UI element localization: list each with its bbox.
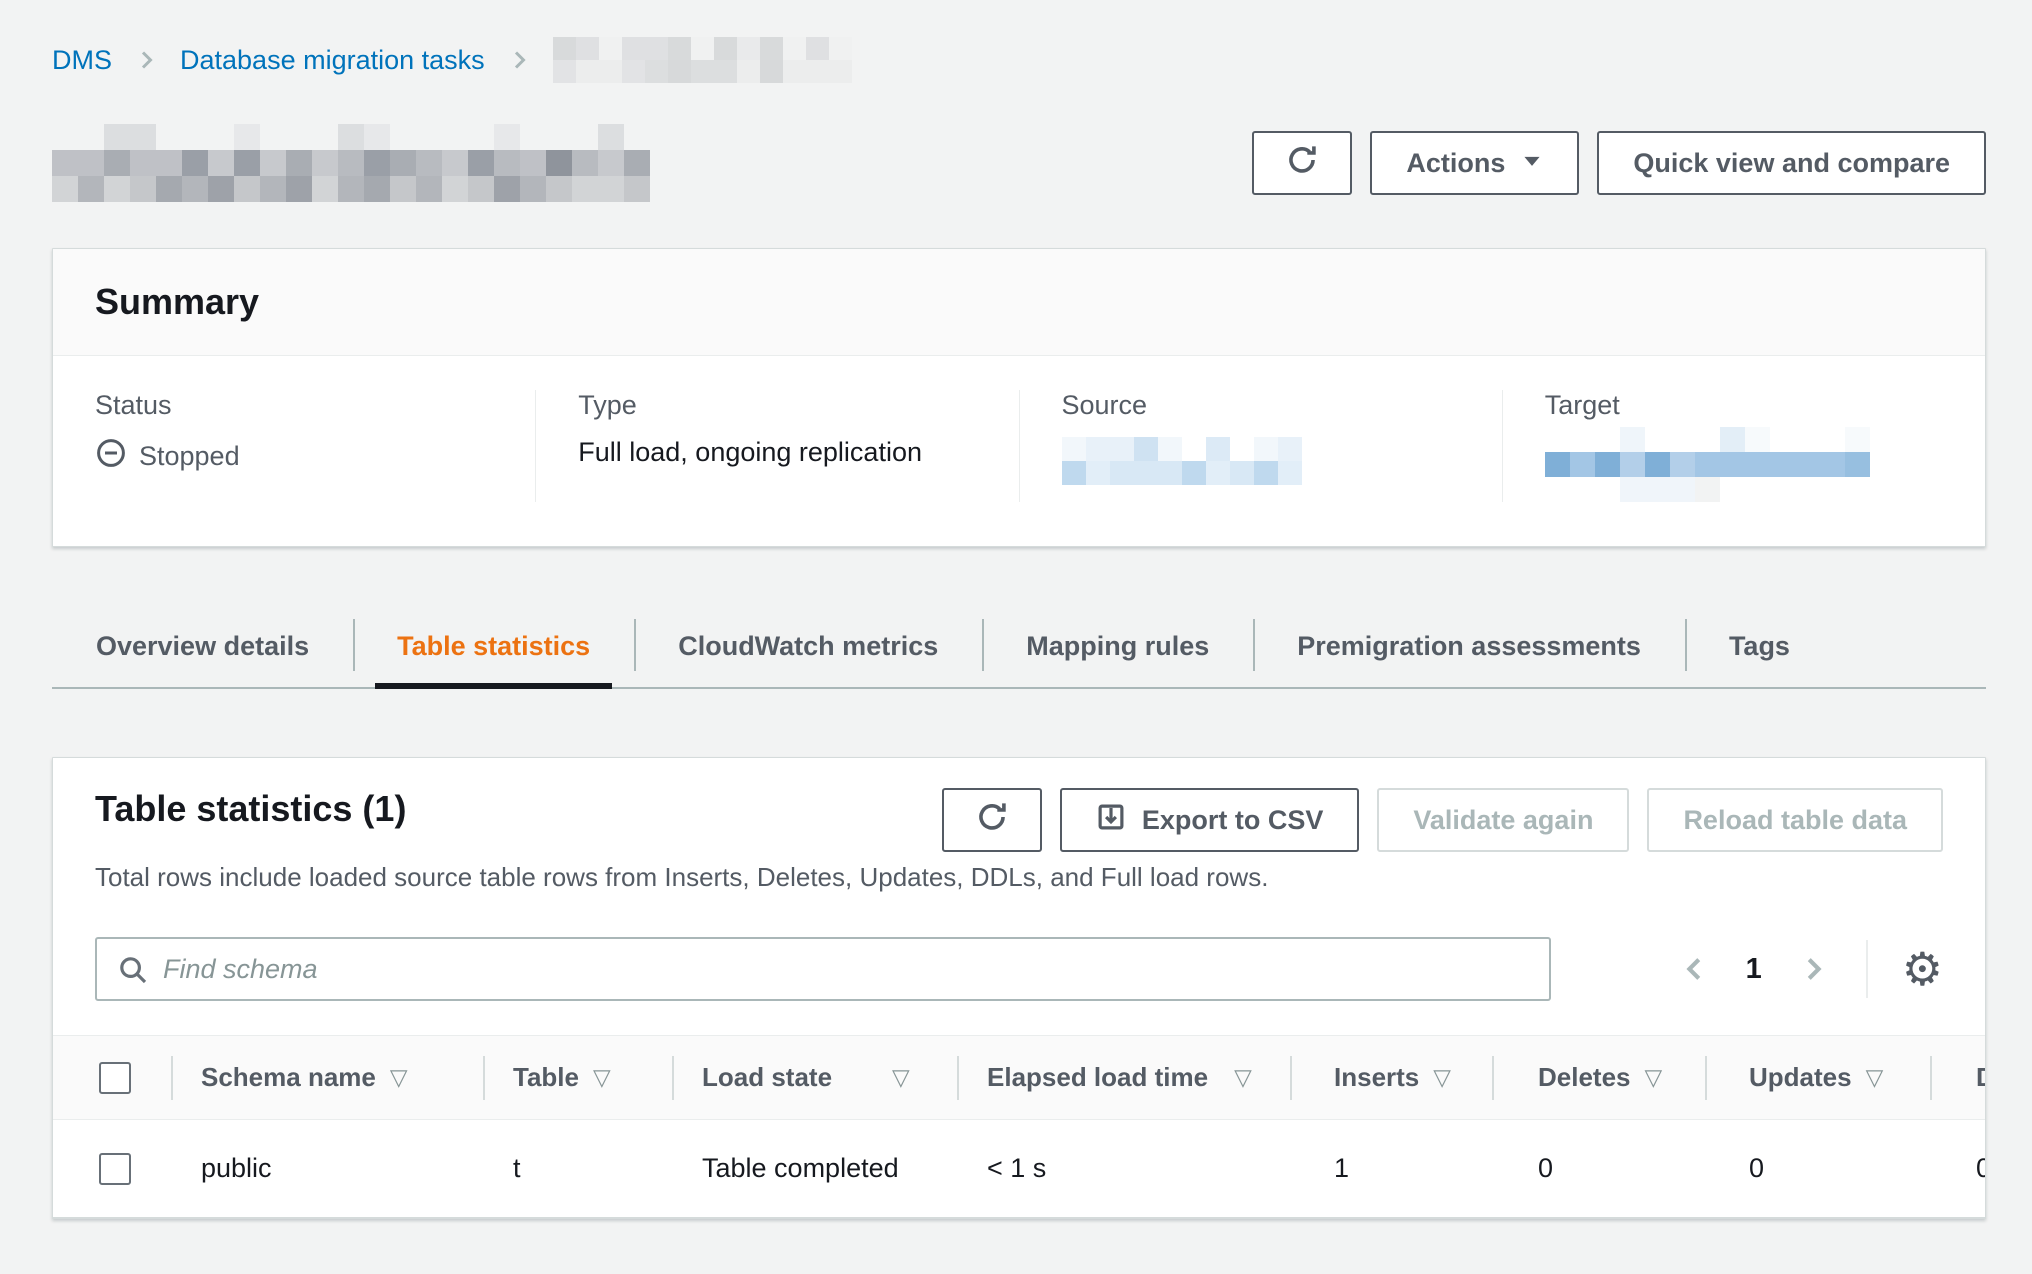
actions-button[interactable]: Actions <box>1370 131 1579 195</box>
column-header-updates[interactable]: Updates▽ <box>1705 1036 1930 1119</box>
find-schema-input[interactable] <box>95 937 1551 1001</box>
caret-down-icon <box>1521 148 1543 179</box>
current-page-number: 1 <box>1742 953 1766 986</box>
tab-overview-details[interactable]: Overview details <box>52 605 353 687</box>
task-detail-tabs: Overview details Table statistics CloudW… <box>52 605 1986 689</box>
select-all-checkbox[interactable] <box>99 1062 131 1094</box>
table-preferences-gear-icon[interactable]: ⚙ <box>1902 946 1943 992</box>
actions-button-label: Actions <box>1406 148 1505 179</box>
stopped-icon <box>95 437 127 476</box>
quick-view-compare-button[interactable]: Quick view and compare <box>1597 131 1986 195</box>
table-refresh-button[interactable] <box>942 788 1042 852</box>
table-statistics-actions: Export to CSV Validate again Reload tabl… <box>942 788 1943 852</box>
sort-icon: ▽ <box>892 1064 910 1091</box>
target-endpoint-link-redacted[interactable] <box>1545 427 1870 502</box>
sort-icon: ▽ <box>1234 1064 1252 1091</box>
sort-icon: ▽ <box>1866 1064 1884 1091</box>
column-header-schema-name[interactable]: Schema name▽ <box>171 1036 483 1119</box>
next-page-button[interactable] <box>1794 950 1832 988</box>
page-title-redacted <box>52 124 650 202</box>
column-header-table[interactable]: Table▽ <box>483 1036 672 1119</box>
previous-page-button[interactable] <box>1676 950 1714 988</box>
column-header-deletes[interactable]: Deletes▽ <box>1492 1036 1705 1119</box>
tab-cloudwatch-metrics[interactable]: CloudWatch metrics <box>634 605 982 687</box>
summary-source-field: Source <box>1019 390 1502 502</box>
cell-deletes: 0 <box>1492 1120 1705 1217</box>
tab-table-statistics[interactable]: Table statistics <box>353 605 634 687</box>
source-label: Source <box>1062 390 1472 421</box>
table-statistics-title: Table statistics (1) <box>95 788 406 830</box>
summary-card: Summary Status Stopped Type Full load, o… <box>52 248 1986 547</box>
tab-tags[interactable]: Tags <box>1685 605 1834 687</box>
chevron-right-icon <box>507 48 531 72</box>
reload-table-data-label: Reload table data <box>1683 805 1907 836</box>
summary-body: Status Stopped Type Full load, ongoing r… <box>53 356 1985 546</box>
table-header-row: Schema name▽ Table▽ Load state▽ Elapsed … <box>53 1036 1986 1120</box>
sort-icon: ▽ <box>390 1064 408 1091</box>
row-checkbox[interactable] <box>99 1153 131 1185</box>
breadcrumb-current-redacted <box>553 37 852 83</box>
sort-icon: ▽ <box>1433 1064 1451 1091</box>
status-label: Status <box>95 390 505 421</box>
summary-title: Summary <box>95 281 1943 323</box>
pagination: 1 ⚙ <box>1676 940 1943 998</box>
breadcrumb-link-tasks[interactable]: Database migration tasks <box>180 45 485 76</box>
type-label: Type <box>578 390 988 421</box>
schema-search <box>95 937 1551 1001</box>
table-statistics-description: Total rows include loaded source table r… <box>53 852 1985 893</box>
reload-table-data-button[interactable]: Reload table data <box>1647 788 1943 852</box>
tab-premigration-assessments[interactable]: Premigration assessments <box>1253 605 1685 687</box>
column-header-elapsed-load-time[interactable]: Elapsed load time▽ <box>957 1036 1290 1119</box>
summary-status-field: Status Stopped <box>53 390 535 502</box>
quick-view-compare-label: Quick view and compare <box>1633 148 1950 179</box>
refresh-icon <box>1285 143 1319 184</box>
breadcrumb-link-dms[interactable]: DMS <box>52 45 112 76</box>
tab-mapping-rules[interactable]: Mapping rules <box>982 605 1253 687</box>
header-actions: Actions Quick view and compare <box>1252 131 1986 195</box>
summary-type-field: Type Full load, ongoing replication <box>535 390 1018 502</box>
table-tools-row: 1 ⚙ <box>53 893 1985 1035</box>
cell-load-state: Table completed <box>672 1120 957 1217</box>
export-to-csv-button[interactable]: Export to CSV <box>1060 788 1360 852</box>
cell-schema-name: public <box>171 1120 483 1217</box>
cell-inserts: 1 <box>1290 1120 1492 1217</box>
breadcrumb: DMS Database migration tasks <box>52 36 1986 84</box>
column-header-load-state[interactable]: Load state▽ <box>672 1036 957 1119</box>
column-header-ddls-clipped[interactable]: D <box>1930 1036 1986 1119</box>
dms-task-page: DMS Database migration tasks Actions <box>0 0 2032 1219</box>
cell-updates: 0 <box>1705 1120 1930 1217</box>
cell-table: t <box>483 1120 672 1217</box>
source-endpoint-link-redacted[interactable] <box>1062 437 1302 485</box>
summary-target-field: Target <box>1502 390 1985 502</box>
page-header: Actions Quick view and compare <box>52 124 1986 202</box>
pager-divider <box>1866 940 1868 998</box>
status-value: Stopped <box>139 441 240 472</box>
table-statistics-panel: Table statistics (1) <box>52 757 1986 1219</box>
cell-elapsed-load-time: < 1 s <box>957 1120 1290 1217</box>
download-icon <box>1096 802 1126 839</box>
export-to-csv-label: Export to CSV <box>1142 805 1324 836</box>
validate-again-button[interactable]: Validate again <box>1377 788 1629 852</box>
validate-again-label: Validate again <box>1413 805 1593 836</box>
sort-icon: ▽ <box>1645 1064 1663 1091</box>
refresh-button[interactable] <box>1252 131 1352 195</box>
summary-card-header: Summary <box>53 249 1985 356</box>
search-icon <box>117 954 149 991</box>
cell-ddls-clipped: 0 <box>1930 1120 1986 1217</box>
target-label: Target <box>1545 390 1955 421</box>
chevron-right-icon <box>134 48 158 72</box>
column-header-inserts[interactable]: Inserts▽ <box>1290 1036 1492 1119</box>
table-row: public t Table completed < 1 s 1 0 0 0 <box>53 1120 1986 1218</box>
refresh-icon <box>975 800 1009 841</box>
table-statistics-table: Schema name▽ Table▽ Load state▽ Elapsed … <box>53 1035 1986 1218</box>
type-value: Full load, ongoing replication <box>578 437 988 468</box>
sort-icon: ▽ <box>593 1064 611 1091</box>
